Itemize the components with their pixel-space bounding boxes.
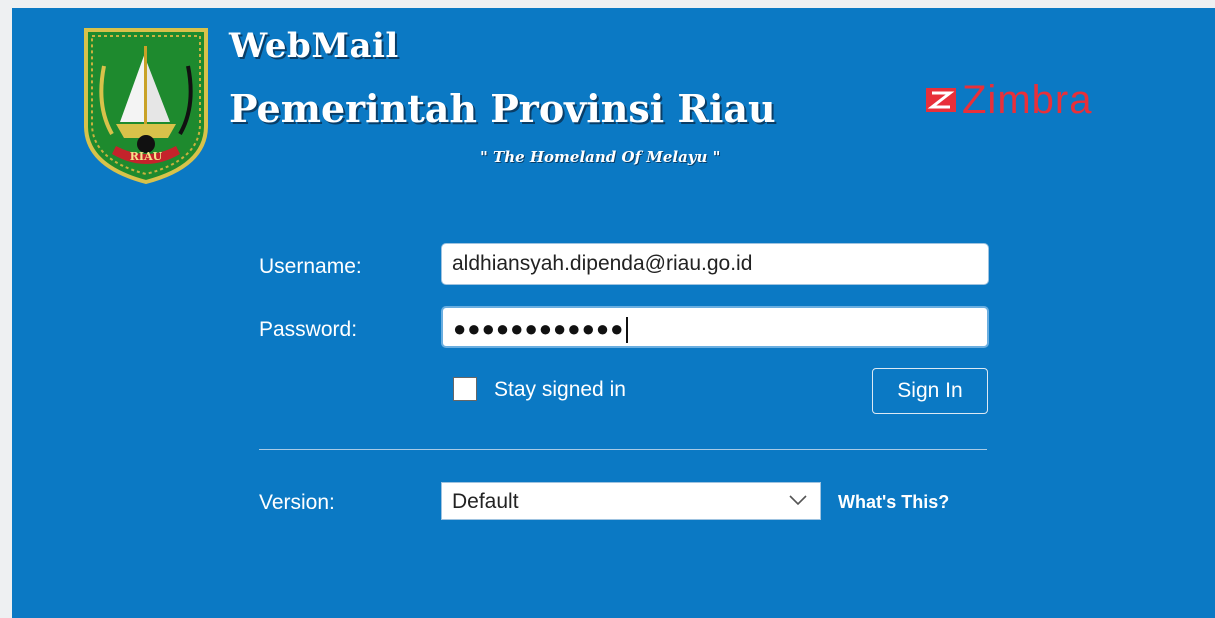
zimbra-wordmark: Zimbra	[962, 78, 1093, 122]
zimbra-logo: Zimbra	[924, 80, 1092, 120]
text-caret	[626, 317, 629, 344]
password-input[interactable]: ●●●●●●●●●●●●	[441, 306, 989, 348]
login-panel: RIAU WebMail Pemerintah Provinsi Riau " …	[12, 8, 1215, 618]
app-title: WebMail	[229, 26, 399, 66]
version-label: Version:	[259, 491, 335, 514]
version-select[interactable]: Default	[441, 482, 821, 520]
password-label: Password:	[259, 318, 358, 341]
emblem-text: RIAU	[130, 150, 163, 163]
divider	[259, 449, 987, 450]
chevron-down-icon	[789, 495, 807, 506]
version-selected-value: Default	[452, 490, 519, 513]
sign-in-button[interactable]: Sign In	[872, 368, 988, 414]
password-masked-value: ●●●●●●●●●●●●	[453, 316, 629, 344]
username-input[interactable]	[442, 244, 988, 284]
riau-emblem-logo: RIAU	[84, 28, 208, 184]
stay-signed-in-checkbox[interactable]	[453, 377, 477, 401]
organization-name: Pemerintah Provinsi Riau	[229, 86, 776, 131]
zimbra-mark-icon	[926, 88, 956, 112]
stay-signed-in-label[interactable]: Stay signed in	[494, 378, 626, 402]
username-label: Username:	[259, 255, 362, 278]
whats-this-link[interactable]: What's This?	[838, 492, 949, 513]
tagline: " The Homeland Of Melayu "	[480, 148, 721, 166]
username-field-wrapper	[441, 243, 989, 285]
